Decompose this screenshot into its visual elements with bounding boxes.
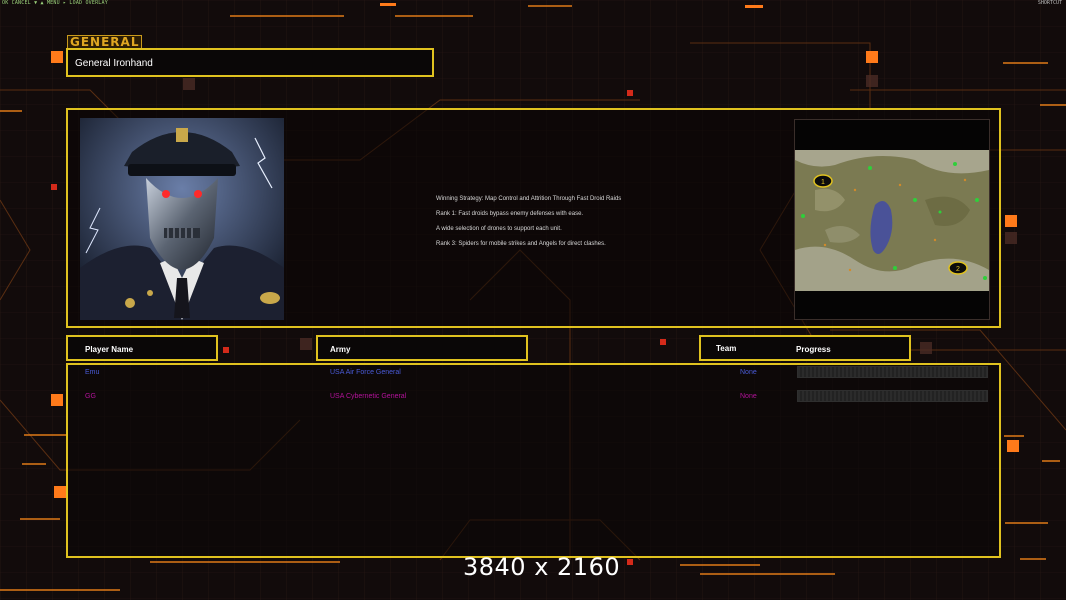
strategy-description: Winning Strategy: Map Control and Attrit… xyxy=(436,192,776,252)
player-army: USA Cybernetic General xyxy=(330,393,407,400)
strategy-line: Winning Strategy: Map Control and Attrit… xyxy=(436,196,622,202)
general-portrait xyxy=(80,118,284,320)
minimap-terrain: 1 2 xyxy=(795,150,989,291)
player-progress-bar xyxy=(797,366,988,378)
player-row[interactable]: GG USA Cybernetic General None xyxy=(0,390,1066,404)
resolution-label: 3840 x 2160 xyxy=(463,553,621,581)
topbar-menu[interactable]: OK CANCEL ▼ ▲ MENU ▸ LOAD OVERLAY xyxy=(2,0,108,6)
player-army: USA Air Force General xyxy=(330,369,401,376)
header-team-label: Team xyxy=(716,344,737,353)
marker-label: 2 xyxy=(956,266,960,273)
general-name: General Ironhand xyxy=(75,58,153,69)
portrait-image xyxy=(80,118,284,320)
header-player-name: Player Name xyxy=(66,335,218,361)
header-army: Army xyxy=(316,335,528,361)
start-position-marker-2[interactable]: 2 xyxy=(948,261,968,275)
player-name: GG xyxy=(85,393,96,400)
header-player-name-label: Player Name xyxy=(85,345,134,354)
topbar-shortcut[interactable]: SHORTCUT xyxy=(1038,0,1062,6)
player-progress-bar xyxy=(797,390,988,402)
minimap[interactable]: 1 2 xyxy=(795,150,989,291)
strategy-line: A wide selection of drones to support ea… xyxy=(436,226,562,232)
marker-label: 1 xyxy=(821,179,825,186)
start-position-marker-1[interactable]: 1 xyxy=(813,174,833,188)
player-team: None xyxy=(740,393,757,400)
header-progress-label: Progress xyxy=(796,345,831,354)
strategy-line: Rank 1: Fast droids bypass enemy defense… xyxy=(436,211,584,217)
header-army-label: Army xyxy=(330,345,351,354)
player-row[interactable]: Emu USA Air Force General None xyxy=(0,366,1066,380)
player-name: Emu xyxy=(85,369,100,376)
general-name-box: General Ironhand xyxy=(66,48,434,77)
player-team: None xyxy=(740,369,757,376)
strategy-line: Rank 3: Spiders for mobile strikes and A… xyxy=(436,241,606,247)
header-team-progress: Team Progress xyxy=(699,335,911,361)
